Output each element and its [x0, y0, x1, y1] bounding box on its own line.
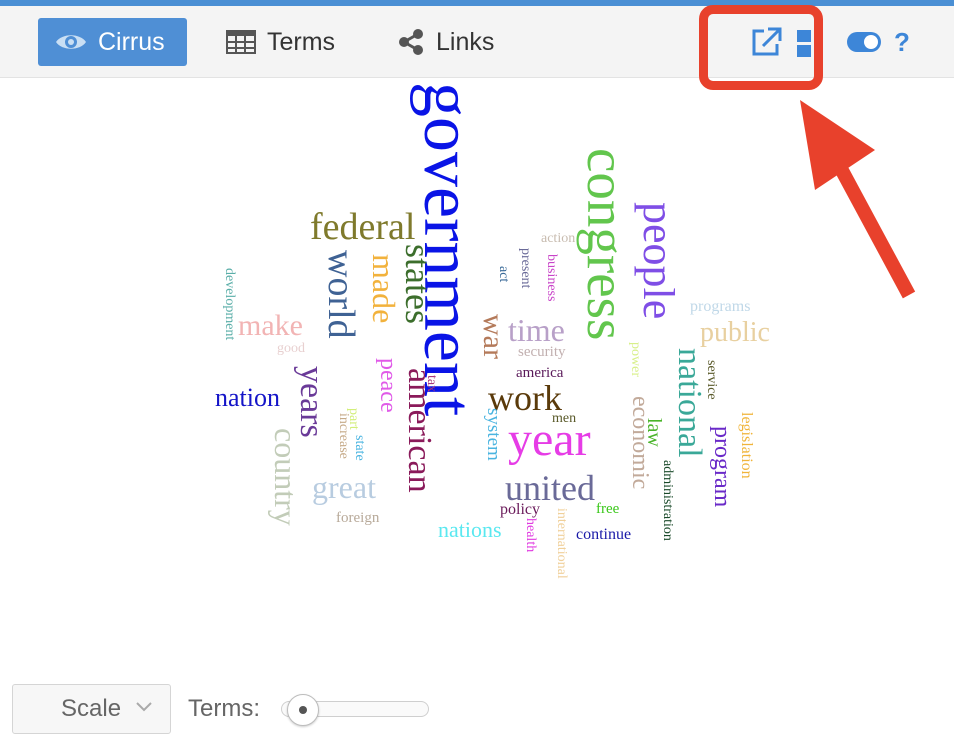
- tab-terms[interactable]: Terms: [226, 18, 335, 66]
- word-international[interactable]: international: [554, 508, 569, 579]
- word-make[interactable]: make: [238, 311, 303, 341]
- tab-label: Links: [436, 27, 495, 56]
- chevron-down-icon: [135, 700, 153, 718]
- word-administration[interactable]: administration: [660, 460, 675, 541]
- word-great[interactable]: great: [312, 471, 376, 503]
- word-part[interactable]: part: [346, 408, 361, 430]
- word-programs[interactable]: programs: [690, 299, 750, 315]
- word-cloud: government congress people federal world stat…: [0, 78, 954, 678]
- word-nations[interactable]: nations: [438, 519, 502, 541]
- word-time[interactable]: time: [508, 314, 565, 346]
- word-state[interactable]: state: [352, 435, 367, 461]
- word-law[interactable]: law: [643, 418, 665, 447]
- word-present[interactable]: present: [518, 248, 533, 288]
- word-year[interactable]: year: [508, 416, 591, 464]
- word-free[interactable]: free: [596, 502, 619, 517]
- toggle-icon[interactable]: [846, 31, 882, 58]
- help-icon[interactable]: ?: [894, 27, 910, 58]
- word-public[interactable]: public: [700, 319, 770, 347]
- word-health[interactable]: health: [523, 518, 538, 552]
- slider-handle[interactable]: [286, 694, 319, 726]
- word-action[interactable]: action: [541, 232, 575, 246]
- word-system[interactable]: system: [483, 408, 504, 461]
- scale-dropdown[interactable]: Scale: [12, 684, 171, 734]
- word-security[interactable]: security: [518, 345, 565, 360]
- word-service[interactable]: service: [704, 360, 719, 400]
- word-nation[interactable]: nation: [215, 385, 280, 411]
- word-program[interactable]: program: [709, 426, 735, 507]
- word-power[interactable]: power: [628, 342, 643, 377]
- word-peace[interactable]: peace: [375, 358, 401, 413]
- word-business[interactable]: business: [544, 254, 559, 301]
- word-federal[interactable]: federal: [310, 208, 415, 246]
- word-war[interactable]: war: [477, 314, 510, 359]
- word-act[interactable]: act: [496, 266, 511, 282]
- word-national[interactable]: national: [671, 348, 708, 458]
- tab-label: Cirrus: [98, 27, 165, 56]
- word-good[interactable]: good: [277, 342, 305, 356]
- word-country[interactable]: country: [268, 428, 304, 526]
- word-congress[interactable]: congress: [576, 148, 637, 340]
- tab-links[interactable]: Links: [397, 18, 494, 66]
- word-made[interactable]: made: [366, 254, 402, 323]
- word-states[interactable]: states: [398, 244, 438, 324]
- word-years[interactable]: years: [293, 366, 330, 438]
- scale-label: Scale: [61, 695, 122, 722]
- word-foreign[interactable]: foreign: [336, 511, 379, 526]
- table-grid-icon: [226, 30, 256, 54]
- terms-label: Terms:: [188, 695, 260, 722]
- footer-controls: Scale Terms:: [0, 678, 954, 750]
- word-policy[interactable]: policy: [500, 502, 540, 518]
- word-continue[interactable]: continue: [576, 527, 631, 543]
- word-development[interactable]: development: [222, 268, 237, 340]
- word-tax[interactable]: tax: [424, 375, 439, 392]
- word-world[interactable]: world: [320, 250, 362, 339]
- word-people[interactable]: people: [634, 202, 683, 319]
- word-legislation[interactable]: legislation: [738, 412, 755, 479]
- tab-cirrus[interactable]: Cirrus: [38, 18, 187, 66]
- eye-icon: [55, 32, 87, 52]
- tab-label: Terms: [267, 27, 336, 56]
- share-nodes-icon: [397, 28, 425, 56]
